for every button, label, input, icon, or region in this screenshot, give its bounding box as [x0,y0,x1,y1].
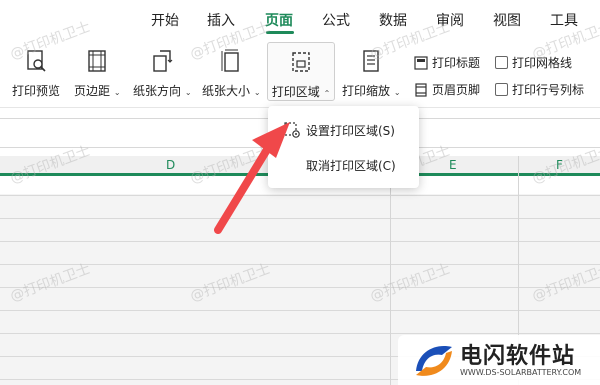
set-print-area-label: 设置打印区域(S) [306,123,395,138]
orientation-icon [153,50,173,72]
tab-formula[interactable]: 公式 [322,10,350,30]
paper-size-button[interactable]: 纸张大小 ⌄ [202,48,261,99]
tab-view[interactable]: 视图 [493,10,521,30]
tab-review[interactable]: 审阅 [436,10,464,30]
print-area-icon [292,52,310,72]
print-gridlines-label: 打印网格线 [512,56,573,70]
active-tab-indicator [266,31,294,34]
tab-home[interactable]: 开始 [151,10,179,30]
orientation-label: 纸张方向 ⌄ [133,84,192,98]
column-header-d[interactable]: D [166,158,175,172]
print-scale-label: 打印缩放 ⌄ [342,84,401,98]
tab-data[interactable]: 数据 [379,10,407,30]
lightning-logo-icon [416,346,452,376]
print-scale-button[interactable]: 打印缩放 ⌄ [342,48,401,99]
print-headers-label: 打印行号列标 [512,83,585,97]
print-area-button[interactable]: 打印区域 ⌃ [267,42,335,101]
print-headers-option[interactable]: 打印行号列标 [495,81,584,98]
column-divider [390,156,391,385]
header-footer-button[interactable]: 页眉页脚 [414,81,480,98]
margins-icon [88,50,106,72]
set-print-area-item[interactable]: 设置打印区域(S) [268,115,419,145]
tab-page[interactable]: 页面 [265,10,293,30]
print-gridlines-option[interactable]: 打印网格线 [495,54,572,71]
orientation-button[interactable]: 纸张方向 ⌄ [133,48,192,99]
print-preview-label: 打印预览 [12,84,61,98]
print-titles-icon [414,55,428,70]
column-header-e[interactable]: E [449,158,457,172]
margins-button[interactable]: 页边距 ⌄ [74,48,121,99]
header-footer-label: 页眉页脚 [432,83,481,97]
print-titles-label: 打印标题 [432,56,481,70]
print-preview-button[interactable]: 打印预览 [12,48,60,99]
margins-label: 页边距 ⌄ [74,84,121,98]
logo-subtitle: WWW.DS-SOLARBATTERY.COM [460,368,582,377]
ribbon-toolbar: 打印预览 页边距 ⌄ 纸张方向 ⌄ 纸张大小 ⌄ 打印区域 ⌃ 打印缩放 ⌄ 打… [0,38,600,108]
print-gridlines-checkbox[interactable] [495,56,508,69]
site-logo: 电闪软件站 WWW.DS-SOLARBATTERY.COM [398,335,600,385]
tab-insert[interactable]: 插入 [207,10,235,30]
logo-title: 电闪软件站 [460,344,576,369]
print-area-dropdown: 设置打印区域(S) 取消打印区域(C) [268,106,419,188]
print-headers-checkbox[interactable] [495,83,508,96]
paper-size-label: 纸张大小 ⌄ [202,84,261,98]
tab-tools[interactable]: 工具 [550,10,578,30]
clear-print-area-label: 取消打印区域(C) [306,158,396,173]
print-titles-button[interactable]: 打印标题 [414,54,480,71]
print-scale-icon [363,50,379,72]
clear-print-area-item[interactable]: 取消打印区域(C) [268,150,419,180]
print-area-label: 打印区域 ⌃ [271,85,331,99]
menu-bar: 开始 插入 页面 公式 数据 审阅 视图 工具 [0,0,600,38]
header-footer-icon [415,82,427,97]
print-preview-icon [27,50,46,72]
column-header-f[interactable]: F [556,158,563,172]
set-print-area-icon [284,122,300,138]
paper-size-icon [221,49,239,72]
